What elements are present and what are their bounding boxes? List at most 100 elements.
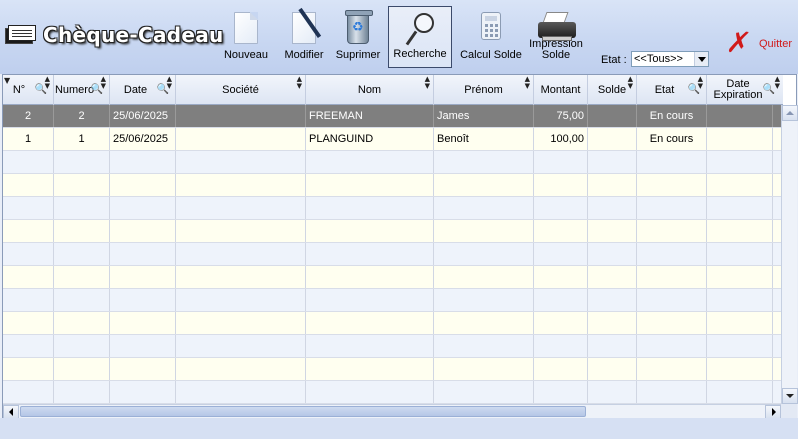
column-header-date-expiration[interactable]: Date Expiration 🔍 ▲ ▼ <box>707 75 783 105</box>
empty-cell <box>588 220 637 242</box>
empty-cell <box>176 289 306 311</box>
column-header-n[interactable]: ▼ N° 🔍 ▲ ▼ <box>3 75 54 105</box>
scroll-up-arrow-icon[interactable] <box>782 105 798 121</box>
empty-cell <box>534 381 588 403</box>
delete-button[interactable]: Suprimer <box>334 6 382 68</box>
empty-cell <box>54 151 110 173</box>
empty-cell <box>54 243 110 265</box>
edit-button[interactable]: Modifier <box>280 6 328 68</box>
empty-cell <box>3 174 54 196</box>
column-header-date[interactable]: Date 🔍 ▲ ▼ <box>110 75 176 105</box>
sort-arrows-icon[interactable]: ▲ ▼ <box>167 76 172 90</box>
empty-cell <box>707 358 773 380</box>
column-header-societe[interactable]: Société ▲ ▼ <box>176 75 306 105</box>
empty-cell <box>110 151 176 173</box>
cell-societe <box>176 105 306 127</box>
horizontal-scroll-thumb[interactable] <box>20 406 586 417</box>
sort-arrows-icon[interactable]: ▲ ▼ <box>425 76 430 90</box>
sort-arrows-icon[interactable]: ▲ ▼ <box>101 76 106 90</box>
sort-arrows-icon[interactable]: ▲ ▼ <box>525 76 530 90</box>
new-button[interactable]: Nouveau <box>221 6 271 68</box>
empty-cell <box>3 266 54 288</box>
printer-icon <box>536 12 576 42</box>
empty-cell <box>637 266 707 288</box>
empty-cell <box>434 312 534 334</box>
empty-table-row <box>3 151 782 174</box>
empty-cell <box>534 243 588 265</box>
empty-table-row <box>3 197 782 220</box>
empty-cell <box>707 243 773 265</box>
status-filter-select[interactable]: <<Tous>> <box>631 51 709 67</box>
empty-cell <box>534 266 588 288</box>
table-row[interactable]: 1 1 25/06/2025 PLANGUIND Benoît 100,00 E… <box>3 128 782 151</box>
cell-n: 2 <box>3 105 54 127</box>
column-header-prenom[interactable]: Prénom ▲ ▼ <box>434 75 534 105</box>
empty-cell <box>110 266 176 288</box>
empty-cell <box>54 174 110 196</box>
delete-button-label: Suprimer <box>335 49 381 61</box>
empty-table-row <box>3 358 782 381</box>
status-filter-value: <<Tous>> <box>634 53 683 65</box>
empty-cell <box>707 197 773 219</box>
column-header-montant[interactable]: Montant <box>534 75 588 105</box>
empty-cell <box>54 197 110 219</box>
vertical-scrollbar[interactable] <box>781 105 798 404</box>
empty-cell <box>588 335 637 357</box>
filter-triangle-icon[interactable]: ▼ <box>4 75 10 86</box>
cell-solde <box>588 128 637 150</box>
empty-cell <box>3 243 54 265</box>
empty-cell <box>306 381 434 403</box>
column-header-etat[interactable]: Etat 🔍 ▲ ▼ <box>637 75 707 105</box>
sort-arrows-icon[interactable]: ▲ ▼ <box>775 76 780 90</box>
horizontal-scrollbar[interactable] <box>3 404 781 419</box>
calculate-balance-label: Calcul Solde <box>460 49 522 61</box>
sort-arrows-icon[interactable]: ▲ ▼ <box>297 76 302 90</box>
new-button-label: Nouveau <box>223 49 269 61</box>
scroll-left-arrow-icon[interactable] <box>3 405 19 419</box>
empty-cell <box>637 335 707 357</box>
search-button-label: Recherche <box>393 48 447 60</box>
cell-prenom: Benoît <box>434 128 534 150</box>
empty-cell <box>707 151 773 173</box>
table-row[interactable]: 2 2 25/06/2025 FREEMAN James 75,00 En co… <box>3 105 782 128</box>
sort-arrows-icon[interactable]: ▲ ▼ <box>628 76 633 90</box>
empty-cell <box>54 335 110 357</box>
empty-cell <box>110 197 176 219</box>
empty-cell <box>54 266 110 288</box>
sort-arrows-icon[interactable]: ▲ ▼ <box>698 76 703 90</box>
empty-cell <box>54 381 110 403</box>
empty-cell <box>534 289 588 311</box>
empty-cell <box>637 220 707 242</box>
column-search-icon[interactable]: 🔍 <box>763 84 775 95</box>
table-header: ▼ N° 🔍 ▲ ▼ Numero 🔍 ▲ ▼ Date 🔍 ▲ ▼ Société … <box>3 75 783 105</box>
cell-date: 25/06/2025 <box>110 128 176 150</box>
quit-button[interactable]: ✗ Quitter <box>724 26 793 60</box>
cell-montant: 75,00 <box>534 105 588 127</box>
scroll-down-arrow-icon[interactable] <box>782 388 798 404</box>
empty-cell <box>306 289 434 311</box>
empty-cell <box>588 358 637 380</box>
scrollbar-corner <box>781 404 797 418</box>
empty-cell <box>534 174 588 196</box>
column-header-numero[interactable]: Numero 🔍 ▲ ▼ <box>54 75 110 105</box>
cell-n: 1 <box>3 128 54 150</box>
empty-cell <box>534 335 588 357</box>
search-button[interactable]: Recherche <box>388 6 452 68</box>
status-filter-label: Etat : <box>601 54 627 66</box>
sort-arrows-icon[interactable]: ▲ ▼ <box>45 76 50 90</box>
column-header-nom[interactable]: Nom ▲ ▼ <box>306 75 434 105</box>
scroll-right-arrow-icon[interactable] <box>765 405 781 419</box>
empty-cell <box>176 174 306 196</box>
print-balance-button[interactable]: Impression Solde <box>527 6 585 68</box>
empty-cell <box>534 220 588 242</box>
chevron-down-icon[interactable] <box>694 52 708 66</box>
empty-table-row <box>3 312 782 335</box>
empty-cell <box>637 289 707 311</box>
empty-cell <box>588 312 637 334</box>
empty-cell <box>434 243 534 265</box>
calculate-balance-button[interactable]: Calcul Solde <box>459 6 523 68</box>
gift-cheque-table: ▼ N° 🔍 ▲ ▼ Numero 🔍 ▲ ▼ Date 🔍 ▲ ▼ Société … <box>2 74 798 419</box>
column-header-solde[interactable]: Solde ▲ ▼ <box>588 75 637 105</box>
cell-etat: En cours <box>637 105 707 127</box>
empty-cell <box>110 358 176 380</box>
